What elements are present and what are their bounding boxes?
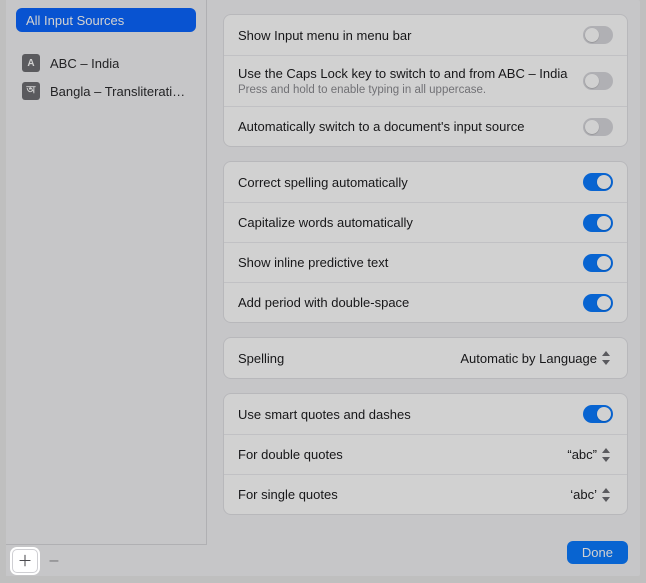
settings-content: Show Input menu in menu bar Use the Caps… bbox=[207, 0, 640, 576]
sidebar-item-label: Bangla – Transliterati… bbox=[50, 84, 185, 99]
row-show-input-menu: Show Input menu in menu bar bbox=[224, 15, 627, 55]
single-quotes-text: ‘abc’ bbox=[570, 487, 597, 502]
row-label: Automatically switch to a document's inp… bbox=[238, 119, 571, 134]
row-auto-switch-document: Automatically switch to a document's inp… bbox=[224, 106, 627, 146]
row-period-double-space: Add period with double-space bbox=[224, 282, 627, 322]
keyboard-input-sources-window: All Input Sources A ABC – India অ Bangla… bbox=[6, 0, 640, 576]
row-inline-predictive: Show inline predictive text bbox=[224, 242, 627, 282]
toggle-capitalize-words[interactable] bbox=[583, 214, 613, 232]
row-label: Correct spelling automatically bbox=[238, 175, 571, 190]
sidebar-toolbar: ＋ – bbox=[6, 544, 207, 576]
row-capitalize-words: Capitalize words automatically bbox=[224, 202, 627, 242]
text-correction-group: Correct spelling automatically Capitaliz… bbox=[223, 161, 628, 323]
double-quotes-text: “abc” bbox=[567, 447, 597, 462]
toggle-inline-predictive[interactable] bbox=[583, 254, 613, 272]
row-label: Show Input menu in menu bar bbox=[238, 28, 571, 43]
toggle-auto-switch-document[interactable] bbox=[583, 118, 613, 136]
row-label: Show inline predictive text bbox=[238, 255, 571, 270]
quotes-group: Use smart quotes and dashes For double q… bbox=[223, 393, 628, 515]
row-double-quotes[interactable]: For double quotes “abc” bbox=[224, 434, 627, 474]
toggle-correct-spelling[interactable] bbox=[583, 173, 613, 191]
sidebar-all-label: All Input Sources bbox=[26, 13, 124, 28]
done-button[interactable]: Done bbox=[567, 541, 628, 564]
row-spelling[interactable]: Spelling Automatic by Language bbox=[224, 338, 627, 378]
chevron-updown-icon bbox=[601, 487, 613, 503]
input-menu-group: Show Input menu in menu bar Use the Caps… bbox=[223, 14, 628, 147]
spelling-value-text: Automatic by Language bbox=[460, 351, 597, 366]
toggle-smart-quotes[interactable] bbox=[583, 405, 613, 423]
spelling-value: Automatic by Language bbox=[460, 350, 613, 366]
row-label: Use smart quotes and dashes bbox=[238, 407, 571, 422]
chevron-updown-icon bbox=[601, 447, 613, 463]
row-label: Add period with double-space bbox=[238, 295, 571, 310]
toggle-show-input-menu[interactable] bbox=[583, 26, 613, 44]
sidebar-item-label: ABC – India bbox=[50, 56, 119, 71]
bangla-input-icon: অ bbox=[22, 82, 40, 100]
row-label: Spelling bbox=[238, 351, 448, 366]
plus-icon: ＋ bbox=[17, 550, 32, 571]
row-smart-quotes: Use smart quotes and dashes bbox=[224, 394, 627, 434]
single-quotes-value: ‘abc’ bbox=[570, 487, 613, 503]
row-label: For single quotes bbox=[238, 487, 558, 502]
input-sources-sidebar: All Input Sources A ABC – India অ Bangla… bbox=[6, 0, 207, 576]
add-source-button[interactable]: ＋ bbox=[12, 549, 38, 573]
toggle-period-double-space[interactable] bbox=[583, 294, 613, 312]
spelling-group: Spelling Automatic by Language bbox=[223, 337, 628, 379]
row-sublabel: Press and hold to enable typing in all u… bbox=[238, 84, 571, 96]
double-quotes-value: “abc” bbox=[567, 447, 613, 463]
chevron-updown-icon bbox=[601, 350, 613, 366]
row-correct-spelling: Correct spelling automatically bbox=[224, 162, 627, 202]
row-label: Use the Caps Lock key to switch to and f… bbox=[238, 66, 571, 81]
latin-input-icon: A bbox=[22, 54, 40, 72]
minus-icon: – bbox=[50, 552, 59, 570]
sidebar-all-input-sources[interactable]: All Input Sources bbox=[16, 8, 196, 32]
remove-source-button[interactable]: – bbox=[44, 549, 64, 573]
sidebar-item-bangla[interactable]: অ Bangla – Transliterati… bbox=[16, 78, 196, 104]
row-label: Capitalize words automatically bbox=[238, 215, 571, 230]
row-caps-lock-switch: Use the Caps Lock key to switch to and f… bbox=[224, 55, 627, 106]
sidebar-item-abc-india[interactable]: A ABC – India bbox=[16, 50, 196, 76]
row-label: For double quotes bbox=[238, 447, 555, 462]
row-single-quotes[interactable]: For single quotes ‘abc’ bbox=[224, 474, 627, 514]
toggle-caps-lock-switch[interactable] bbox=[583, 72, 613, 90]
